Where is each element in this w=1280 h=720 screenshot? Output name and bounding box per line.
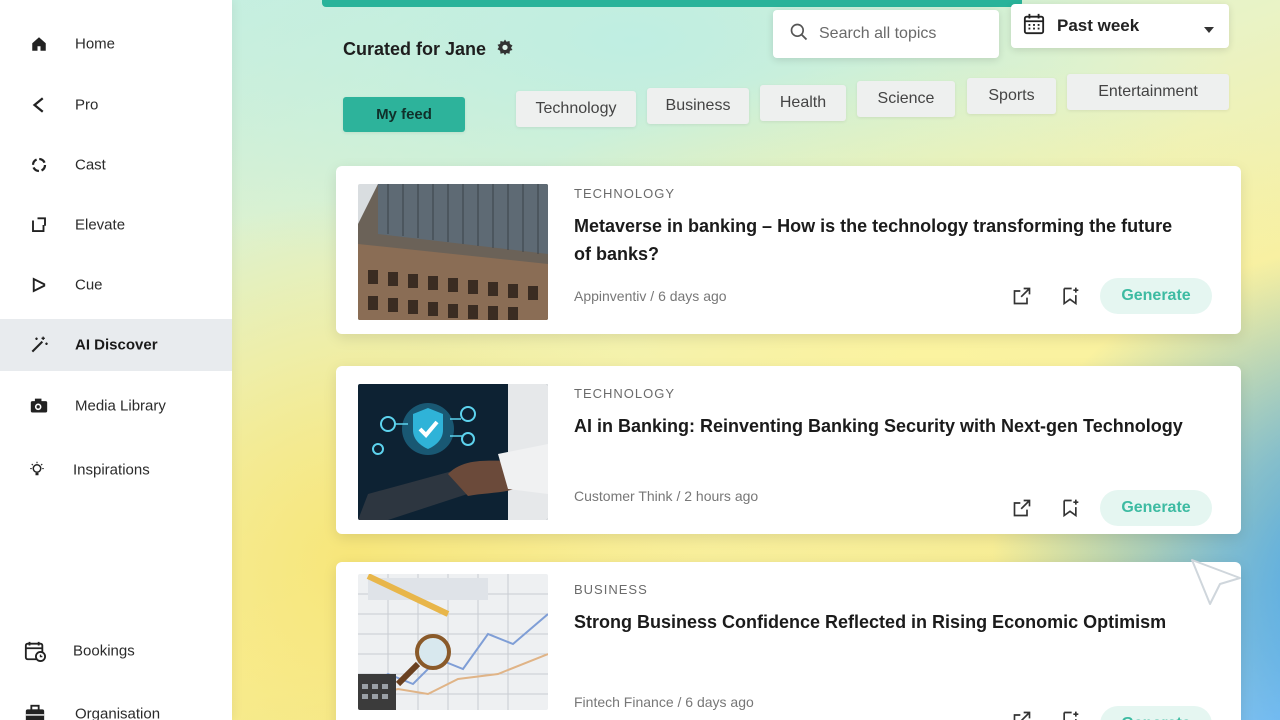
tab-sports[interactable]: Sports bbox=[967, 78, 1056, 114]
sidebar-item-bookings[interactable]: Bookings bbox=[0, 625, 232, 677]
article-title[interactable]: AI in Banking: Reinventing Banking Secur… bbox=[574, 412, 1194, 440]
tab-science[interactable]: Science bbox=[857, 81, 955, 117]
article-thumbnail bbox=[358, 184, 548, 320]
tab-entertainment[interactable]: Entertainment bbox=[1067, 74, 1229, 110]
sidebar-item-cast[interactable]: Cast bbox=[0, 139, 232, 191]
bookmark-add-icon[interactable] bbox=[1058, 284, 1082, 308]
article-category: TECHNOLOGY bbox=[574, 186, 676, 201]
curated-title: Curated for Jane bbox=[343, 39, 487, 59]
mouse-cursor-icon bbox=[1188, 556, 1244, 614]
tab-health[interactable]: Health bbox=[760, 85, 846, 121]
tab-business[interactable]: Business bbox=[647, 88, 749, 124]
sidebar-item-label: Organisation bbox=[75, 705, 161, 720]
sidebar-item-label: Inspirations bbox=[73, 461, 150, 479]
date-range-select[interactable]: Past week bbox=[1011, 4, 1229, 48]
lightbulb-icon bbox=[26, 459, 48, 481]
page-title: Curated for Jane bbox=[343, 38, 514, 61]
top-accent-bar bbox=[322, 0, 1022, 7]
tab-my-feed[interactable]: My feed bbox=[343, 97, 465, 132]
magic-wand-icon bbox=[28, 334, 50, 356]
sidebar-item-home[interactable]: Home bbox=[0, 18, 232, 70]
generate-button[interactable]: Generate bbox=[1100, 490, 1212, 526]
article-meta: Customer Think / 2 hours ago bbox=[574, 488, 758, 504]
article-time: 6 days ago bbox=[658, 288, 727, 304]
article-thumbnail bbox=[358, 574, 548, 710]
bookmark-add-icon[interactable] bbox=[1058, 708, 1082, 720]
sidebar-item-inspirations[interactable]: Inspirations bbox=[0, 444, 232, 496]
article-card[interactable]: TECHNOLOGY Metaverse in banking – How is… bbox=[336, 166, 1241, 334]
sidebar-item-label: Elevate bbox=[75, 216, 126, 234]
generate-button[interactable]: Generate bbox=[1100, 278, 1212, 314]
article-title[interactable]: Metaverse in banking – How is the techno… bbox=[574, 212, 1194, 268]
sidebar-item-elevate[interactable]: Elevate bbox=[0, 199, 232, 251]
article-category: TECHNOLOGY bbox=[574, 386, 676, 401]
open-external-icon[interactable] bbox=[1010, 284, 1034, 308]
article-card[interactable]: BUSINESS Strong Business Confidence Refl… bbox=[336, 562, 1241, 720]
sidebar-item-label: Home bbox=[75, 35, 116, 53]
bookmark-add-icon[interactable] bbox=[1058, 496, 1082, 520]
sidebar-item-cue[interactable]: Cue bbox=[0, 259, 232, 311]
generate-button[interactable]: Generate bbox=[1100, 706, 1212, 720]
open-external-icon[interactable] bbox=[1010, 496, 1034, 520]
article-source: Customer Think bbox=[574, 488, 673, 504]
sidebar-item-organisation[interactable]: Organisation bbox=[0, 688, 232, 720]
sidebar-item-label: Media Library bbox=[75, 397, 166, 415]
gear-icon[interactable] bbox=[496, 38, 514, 61]
camera-icon bbox=[28, 395, 50, 417]
article-source: Appinventiv bbox=[574, 288, 647, 304]
sidebar-item-media-library[interactable]: Media Library bbox=[0, 380, 232, 432]
sidebar-item-pro[interactable]: Pro bbox=[0, 79, 232, 131]
sidebar: Home Pro Cast Elevate Cue AI Discover Me… bbox=[0, 0, 232, 720]
article-meta: Fintech Finance / 6 days ago bbox=[574, 694, 754, 710]
chevron-left-icon bbox=[28, 94, 50, 116]
article-time: 2 hours ago bbox=[684, 488, 759, 504]
elevate-icon bbox=[28, 214, 50, 236]
search-box[interactable] bbox=[773, 10, 999, 58]
article-category: BUSINESS bbox=[574, 582, 648, 597]
sidebar-item-ai-discover[interactable]: AI Discover bbox=[0, 319, 232, 371]
article-thumbnail bbox=[358, 384, 548, 520]
home-icon bbox=[28, 33, 50, 55]
meta-separator: / bbox=[650, 288, 659, 304]
article-source: Fintech Finance bbox=[574, 694, 674, 710]
open-external-icon[interactable] bbox=[1010, 708, 1034, 720]
sidebar-item-label: Cue bbox=[75, 276, 103, 294]
briefcase-icon bbox=[24, 703, 46, 720]
sidebar-item-label: Bookings bbox=[73, 642, 135, 660]
article-title[interactable]: Strong Business Confidence Reflected in … bbox=[574, 608, 1194, 636]
calendar-clock-icon bbox=[24, 640, 46, 662]
search-input[interactable] bbox=[819, 25, 979, 43]
date-range-value: Past week bbox=[1057, 16, 1140, 35]
article-meta: Appinventiv / 6 days ago bbox=[574, 288, 727, 304]
article-time: 6 days ago bbox=[685, 694, 754, 710]
sidebar-item-label: Pro bbox=[75, 96, 99, 114]
circle-dots-icon bbox=[28, 154, 50, 176]
tab-technology[interactable]: Technology bbox=[516, 91, 636, 127]
search-icon bbox=[789, 22, 809, 46]
caret-down-icon bbox=[1203, 19, 1215, 39]
calendar-icon bbox=[1023, 13, 1045, 40]
article-card[interactable]: TECHNOLOGY AI in Banking: Reinventing Ba… bbox=[336, 366, 1241, 534]
cue-icon bbox=[28, 274, 50, 296]
sidebar-item-label: AI Discover bbox=[75, 336, 158, 354]
sidebar-item-label: Cast bbox=[75, 156, 106, 174]
